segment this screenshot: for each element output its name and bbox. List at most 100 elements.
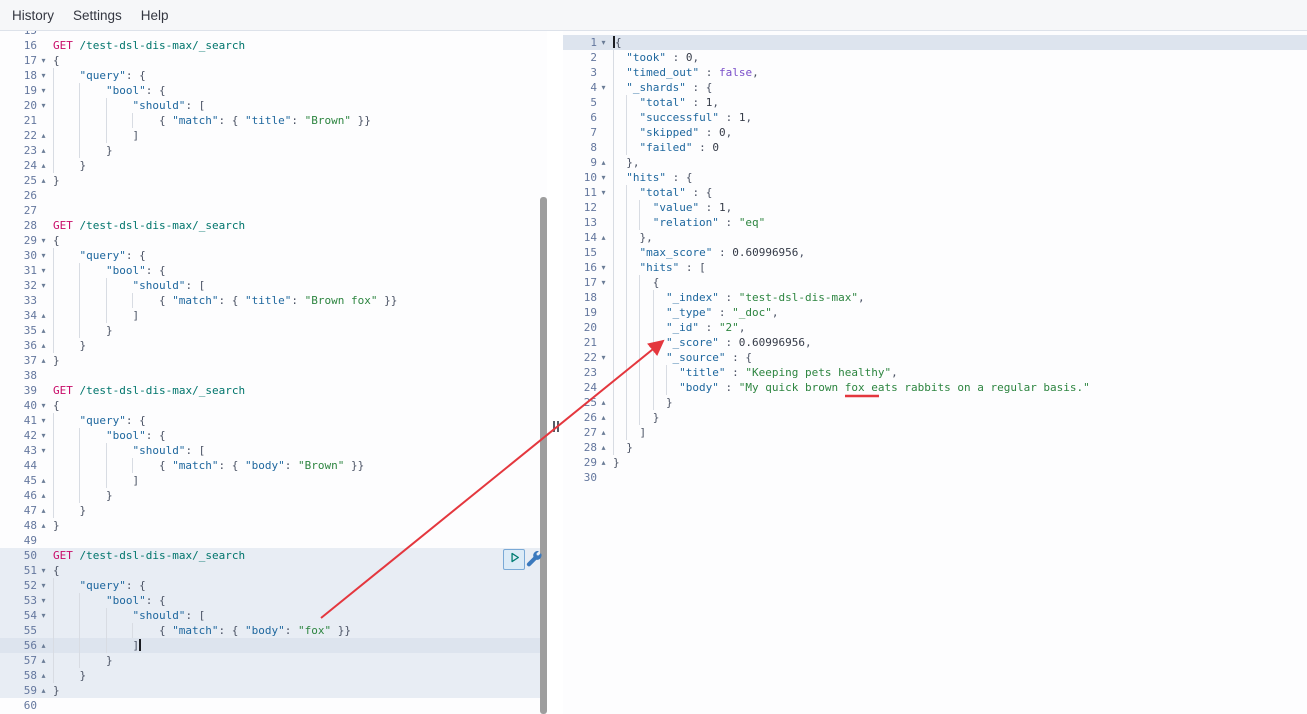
request-line-29[interactable]: 29▾{ xyxy=(0,233,540,248)
request-line-27[interactable]: 27 xyxy=(0,203,540,218)
fold-close-icon[interactable]: ▴ xyxy=(37,128,50,143)
request-line-16[interactable]: 16GET /test-dsl-dis-max/_search xyxy=(0,38,540,53)
response-line-28[interactable]: 28▴} xyxy=(563,440,1307,455)
request-line-19[interactable]: 19▾"bool": { xyxy=(0,83,540,98)
request-line-51[interactable]: 51▾{ xyxy=(0,563,540,578)
request-line-26[interactable]: 26 xyxy=(0,188,540,203)
fold-close-icon[interactable]: ▴ xyxy=(37,308,50,323)
request-line-15[interactable]: 15 xyxy=(0,31,540,38)
response-line-21[interactable]: 21"_score" : 0.60996956, xyxy=(563,335,1307,350)
menu-item-settings[interactable]: Settings xyxy=(70,8,125,23)
fold-close-icon[interactable]: ▴ xyxy=(37,488,50,503)
response-line-25[interactable]: 25▴} xyxy=(563,395,1307,410)
response-line-9[interactable]: 9▴}, xyxy=(563,155,1307,170)
fold-open-icon[interactable]: ▾ xyxy=(597,35,610,50)
response-line-11[interactable]: 11▾"total" : { xyxy=(563,185,1307,200)
response-line-7[interactable]: 7"skipped" : 0, xyxy=(563,125,1307,140)
fold-close-icon[interactable]: ▴ xyxy=(37,683,50,698)
fold-open-icon[interactable]: ▾ xyxy=(597,350,610,365)
request-line-35[interactable]: 35▴} xyxy=(0,323,540,338)
request-line-53[interactable]: 53▾"bool": { xyxy=(0,593,540,608)
request-line-30[interactable]: 30▾"query": { xyxy=(0,248,540,263)
request-line-24[interactable]: 24▴} xyxy=(0,158,540,173)
request-line-57[interactable]: 57▴} xyxy=(0,653,540,668)
request-line-39[interactable]: 39GET /test-dsl-dis-max/_search xyxy=(0,383,540,398)
request-line-43[interactable]: 43▾"should": [ xyxy=(0,443,540,458)
response-line-27[interactable]: 27▴] xyxy=(563,425,1307,440)
request-line-38[interactable]: 38 xyxy=(0,368,540,383)
fold-close-icon[interactable]: ▴ xyxy=(37,338,50,353)
fold-open-icon[interactable]: ▾ xyxy=(37,98,50,113)
panel-resize-divider[interactable] xyxy=(547,31,563,714)
request-editor-scrollbar[interactable] xyxy=(540,31,547,714)
response-line-18[interactable]: 18"_index" : "test-dsl-dis-max", xyxy=(563,290,1307,305)
request-line-49[interactable]: 49 xyxy=(0,533,540,548)
fold-close-icon[interactable]: ▴ xyxy=(37,158,50,173)
fold-close-icon[interactable]: ▴ xyxy=(597,440,610,455)
response-line-4[interactable]: 4▾"_shards" : { xyxy=(563,80,1307,95)
menu-item-history[interactable]: History xyxy=(9,8,57,23)
fold-close-icon[interactable]: ▴ xyxy=(597,230,610,245)
fold-close-icon[interactable]: ▴ xyxy=(597,425,610,440)
response-line-1[interactable]: 1▾{ xyxy=(563,35,1307,50)
response-line-23[interactable]: 23"title" : "Keeping pets healthy", xyxy=(563,365,1307,380)
fold-open-icon[interactable]: ▾ xyxy=(37,608,50,623)
request-line-48[interactable]: 48▴} xyxy=(0,518,540,533)
response-line-14[interactable]: 14▴}, xyxy=(563,230,1307,245)
fold-close-icon[interactable]: ▴ xyxy=(37,518,50,533)
request-line-47[interactable]: 47▴} xyxy=(0,503,540,518)
fold-open-icon[interactable]: ▾ xyxy=(37,578,50,593)
fold-close-icon[interactable]: ▴ xyxy=(37,143,50,158)
response-line-30[interactable]: 30 xyxy=(563,470,1307,485)
request-line-17[interactable]: 17▾{ xyxy=(0,53,540,68)
fold-close-icon[interactable]: ▴ xyxy=(597,155,610,170)
fold-open-icon[interactable]: ▾ xyxy=(37,263,50,278)
fold-close-icon[interactable]: ▴ xyxy=(37,668,50,683)
fold-open-icon[interactable]: ▾ xyxy=(37,413,50,428)
fold-close-icon[interactable]: ▴ xyxy=(37,323,50,338)
fold-open-icon[interactable]: ▾ xyxy=(37,83,50,98)
fold-open-icon[interactable]: ▾ xyxy=(597,80,610,95)
fold-open-icon[interactable]: ▾ xyxy=(37,398,50,413)
request-line-50[interactable]: 50GET /test-dsl-dis-max/_search xyxy=(0,548,540,563)
fold-open-icon[interactable]: ▾ xyxy=(37,68,50,83)
response-line-19[interactable]: 19"_type" : "_doc", xyxy=(563,305,1307,320)
response-line-8[interactable]: 8"failed" : 0 xyxy=(563,140,1307,155)
fold-open-icon[interactable]: ▾ xyxy=(37,428,50,443)
fold-open-icon[interactable]: ▾ xyxy=(37,563,50,578)
fold-open-icon[interactable]: ▾ xyxy=(37,233,50,248)
send-request-button[interactable] xyxy=(503,549,525,570)
request-line-46[interactable]: 46▴} xyxy=(0,488,540,503)
request-line-32[interactable]: 32▾"should": [ xyxy=(0,278,540,293)
request-line-37[interactable]: 37▴} xyxy=(0,353,540,368)
request-line-56[interactable]: 56▴] xyxy=(0,638,540,653)
response-line-29[interactable]: 29▴} xyxy=(563,455,1307,470)
fold-open-icon[interactable]: ▾ xyxy=(37,248,50,263)
fold-open-icon[interactable]: ▾ xyxy=(597,260,610,275)
fold-close-icon[interactable]: ▴ xyxy=(37,638,50,653)
request-line-22[interactable]: 22▴] xyxy=(0,128,540,143)
response-line-5[interactable]: 5"total" : 1, xyxy=(563,95,1307,110)
request-line-44[interactable]: 44{ "match": { "body": "Brown" }} xyxy=(0,458,540,473)
request-line-34[interactable]: 34▴] xyxy=(0,308,540,323)
response-line-24[interactable]: 24"body" : "My quick brown fox eats rabb… xyxy=(563,380,1307,395)
response-line-22[interactable]: 22▾"_source" : { xyxy=(563,350,1307,365)
request-line-52[interactable]: 52▾"query": { xyxy=(0,578,540,593)
fold-open-icon[interactable]: ▾ xyxy=(597,185,610,200)
request-line-59[interactable]: 59▴} xyxy=(0,683,540,698)
response-line-26[interactable]: 26▴} xyxy=(563,410,1307,425)
fold-close-icon[interactable]: ▴ xyxy=(37,353,50,368)
request-line-42[interactable]: 42▾"bool": { xyxy=(0,428,540,443)
request-line-28[interactable]: 28GET /test-dsl-dis-max/_search xyxy=(0,218,540,233)
fold-close-icon[interactable]: ▴ xyxy=(37,653,50,668)
response-line-16[interactable]: 16▾"hits" : [ xyxy=(563,260,1307,275)
response-line-3[interactable]: 3"timed_out" : false, xyxy=(563,65,1307,80)
response-line-2[interactable]: 2"took" : 0, xyxy=(563,50,1307,65)
fold-close-icon[interactable]: ▴ xyxy=(37,503,50,518)
request-line-41[interactable]: 41▾"query": { xyxy=(0,413,540,428)
response-line-10[interactable]: 10▾"hits" : { xyxy=(563,170,1307,185)
fold-open-icon[interactable]: ▾ xyxy=(37,593,50,608)
request-line-31[interactable]: 31▾"bool": { xyxy=(0,263,540,278)
request-line-55[interactable]: 55{ "match": { "body": "fox" }} xyxy=(0,623,540,638)
resize-handle-icon[interactable] xyxy=(553,421,559,432)
